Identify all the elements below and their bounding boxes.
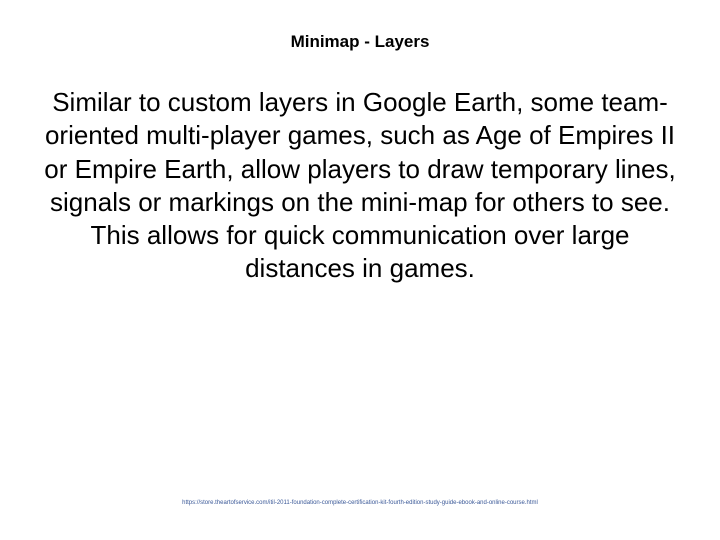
- slide-title: Minimap - Layers: [30, 32, 690, 52]
- footer-link: https://store.theartofservice.com/itil-2…: [30, 500, 690, 506]
- slide-container: Minimap - Layers Similar to custom layer…: [0, 0, 720, 540]
- slide-body-text: Similar to custom layers in Google Earth…: [30, 86, 690, 500]
